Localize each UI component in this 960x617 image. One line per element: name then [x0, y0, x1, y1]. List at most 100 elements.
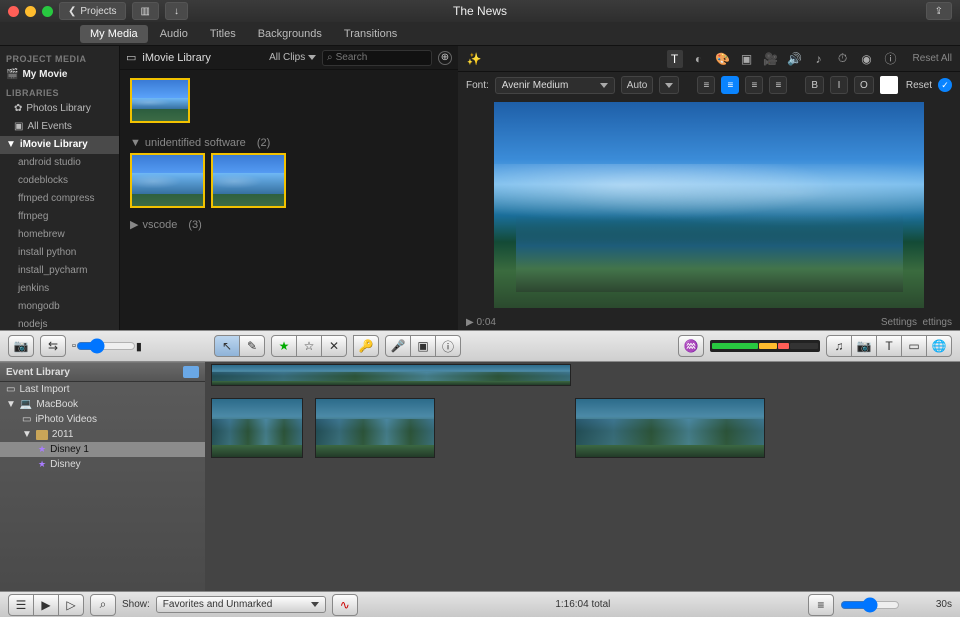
- list-view-button[interactable]: ☰: [8, 594, 34, 616]
- sidebar-event[interactable]: install python: [0, 244, 119, 262]
- camera-import-button[interactable]: 📷: [8, 335, 34, 357]
- speed-icon[interactable]: ⏱: [835, 51, 851, 66]
- settings-icon[interactable]: ⊕: [438, 51, 452, 65]
- color-swatch[interactable]: [880, 76, 898, 94]
- align-justify-button[interactable]: ≡: [769, 76, 787, 94]
- tab-my-media[interactable]: My Media: [80, 25, 148, 43]
- voiceover-button[interactable]: 🎤: [385, 335, 411, 357]
- outline-button[interactable]: O: [854, 76, 874, 94]
- sidebar-event[interactable]: ffmped compress: [0, 190, 119, 208]
- filmstrip-clip[interactable]: [315, 398, 435, 458]
- group-header[interactable]: ▼unidentified software (2): [120, 131, 458, 149]
- music-browser-button[interactable]: ♫: [826, 335, 852, 357]
- inspector-button[interactable]: ⓘ: [435, 335, 461, 357]
- filter-icon[interactable]: ◉: [859, 52, 875, 66]
- preview-viewport[interactable]: [494, 102, 924, 308]
- filmstrip-clip[interactable]: [575, 398, 765, 458]
- sidebar-event[interactable]: jenkins: [0, 280, 119, 298]
- title-browser-button[interactable]: T: [876, 335, 902, 357]
- transition-browser-button[interactable]: ▭: [901, 335, 927, 357]
- sidebar-event[interactable]: ffmpeg: [0, 208, 119, 226]
- show-filter-select[interactable]: Favorites and Unmarked: [156, 596, 326, 613]
- sidebar-photos-library[interactable]: ✿Photos Library: [0, 100, 119, 118]
- play-button[interactable]: ▷: [58, 594, 84, 616]
- reset-all-button[interactable]: Reset All: [913, 53, 952, 64]
- swap-button[interactable]: ⇆: [40, 335, 66, 357]
- event-year[interactable]: ▼2011: [0, 427, 205, 442]
- auto-size-button[interactable]: Auto: [621, 76, 654, 94]
- zoom-slider-input[interactable]: [840, 597, 900, 613]
- share-button[interactable]: ⇪: [926, 2, 952, 20]
- clip-thumbnail[interactable]: [130, 78, 190, 123]
- audio-toggle-button[interactable]: ♒: [678, 335, 704, 357]
- size-dropdown[interactable]: [659, 76, 679, 94]
- font-select[interactable]: Avenir Medium: [495, 77, 615, 94]
- zoom-slider[interactable]: [840, 597, 930, 613]
- zoom-all-button[interactable]: ≡: [808, 594, 834, 616]
- crop-icon[interactable]: ▣: [739, 52, 755, 66]
- pointer-tool[interactable]: ↖: [214, 335, 240, 357]
- import-button[interactable]: ↓: [165, 2, 188, 20]
- bold-button[interactable]: B: [805, 76, 824, 94]
- play-fullscreen-button[interactable]: ▶: [33, 594, 59, 616]
- group-header[interactable]: ▶vscode (3): [120, 212, 458, 231]
- search-input[interactable]: ⌕Search: [322, 50, 432, 66]
- italic-button[interactable]: I: [830, 76, 848, 94]
- info-icon[interactable]: ⓘ: [883, 50, 899, 67]
- search-button[interactable]: ⌕: [90, 594, 116, 616]
- sidebar-event[interactable]: android studio: [0, 154, 119, 172]
- color-balance-icon[interactable]: ◐: [691, 52, 707, 66]
- calendar-icon[interactable]: [183, 366, 199, 378]
- clip-thumbnail[interactable]: [211, 153, 286, 208]
- clip-thumbnail[interactable]: [130, 153, 205, 208]
- view-mode-button[interactable]: ▥: [132, 2, 159, 20]
- size-slider-input[interactable]: [76, 338, 136, 354]
- sidebar-event[interactable]: nodejs: [0, 316, 119, 330]
- tab-transitions[interactable]: Transitions: [334, 25, 407, 43]
- event-iphoto[interactable]: ▭iPhoto Videos: [0, 412, 205, 427]
- magic-wand-icon[interactable]: ✨: [466, 52, 482, 66]
- event-last-import[interactable]: ▭Last Import: [0, 382, 205, 397]
- reset-button[interactable]: Reset: [906, 80, 932, 91]
- reject-button[interactable]: ✕: [321, 335, 347, 357]
- event-disney1[interactable]: Disney 1: [0, 442, 205, 457]
- event-macbook[interactable]: ▼💻MacBook: [0, 397, 205, 412]
- apply-check-icon[interactable]: ✓: [938, 78, 952, 92]
- photo-browser-button[interactable]: 📷: [851, 335, 877, 357]
- back-projects-button[interactable]: ❮ Projects: [59, 2, 126, 20]
- unfavorite-button[interactable]: ☆: [296, 335, 322, 357]
- align-center-button[interactable]: ≡: [721, 76, 739, 94]
- text-tool-icon[interactable]: T: [667, 50, 683, 68]
- stabilize-icon[interactable]: 🎥: [763, 52, 779, 66]
- crop-tool-button[interactable]: ▣: [410, 335, 436, 357]
- sidebar-my-movie[interactable]: 🎬My Movie: [0, 66, 119, 84]
- waveform-toggle[interactable]: ∿: [332, 594, 358, 616]
- sidebar-event[interactable]: homebrew: [0, 226, 119, 244]
- sidebar-event[interactable]: install_pycharm: [0, 262, 119, 280]
- favorite-button[interactable]: ★: [271, 335, 297, 357]
- sidebar-event[interactable]: codeblocks: [0, 172, 119, 190]
- keyword-button[interactable]: 🔑: [353, 335, 379, 357]
- sidebar-imovie-library[interactable]: ▼iMovie Library: [0, 136, 119, 154]
- tab-titles[interactable]: Titles: [200, 25, 246, 43]
- thumb-size-slider[interactable]: ▫ ▮: [72, 338, 142, 354]
- event-clip-area[interactable]: [205, 362, 960, 591]
- tab-backgrounds[interactable]: Backgrounds: [248, 25, 332, 43]
- maps-browser-button[interactable]: 🌐: [926, 335, 952, 357]
- event-disney[interactable]: Disney: [0, 457, 205, 472]
- close-button[interactable]: [8, 6, 19, 17]
- sidebar-event[interactable]: mongodb: [0, 298, 119, 316]
- tab-audio[interactable]: Audio: [150, 25, 198, 43]
- filmstrip-clip[interactable]: [211, 364, 571, 386]
- volume-icon[interactable]: 🔊: [787, 52, 803, 66]
- settings-link[interactable]: Settings: [881, 317, 917, 328]
- filmstrip-icon[interactable]: ▭: [126, 51, 136, 64]
- sidebar-all-events[interactable]: ▣All Events: [0, 118, 119, 136]
- settings-link-2[interactable]: ettings: [923, 317, 952, 328]
- align-right-button[interactable]: ≡: [745, 76, 763, 94]
- edit-tool[interactable]: ✎: [239, 335, 265, 357]
- minimize-button[interactable]: [25, 6, 36, 17]
- filmstrip-clip[interactable]: [211, 398, 303, 458]
- equalizer-icon[interactable]: ♪: [811, 52, 827, 66]
- clip-filter-select[interactable]: All Clips: [269, 52, 316, 63]
